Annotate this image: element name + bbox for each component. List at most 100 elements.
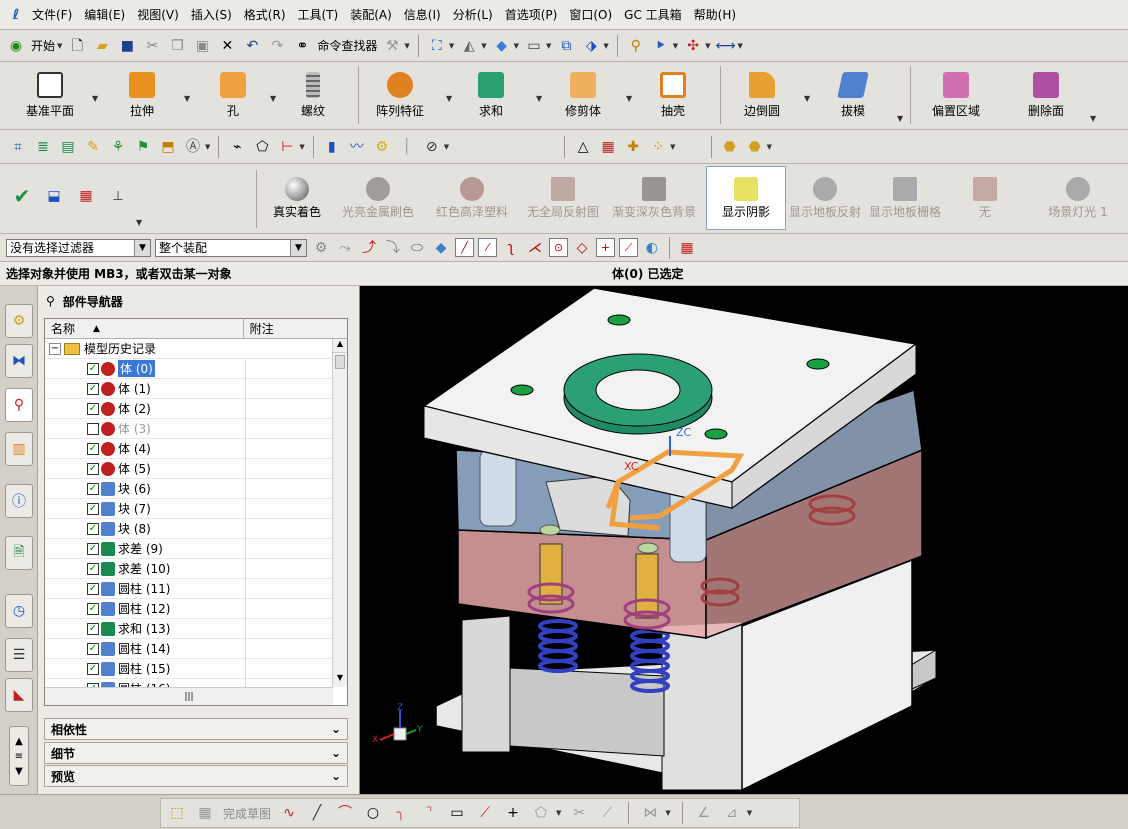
pin-icon[interactable]: ⚲ — [46, 294, 55, 308]
navigator-tree[interactable]: 名称 ▲ 附注 − 模型历史记录 ✓ 体 (0) ✓ 体 (1) ✓ 体 (2) 体 (3) ✓ 体 … — [44, 318, 348, 706]
constraint-icon[interactable]: ⬒ — [158, 137, 178, 157]
tree-item[interactable]: ✓ 圆柱 (15) — [45, 659, 333, 679]
constraint-navigator-tab[interactable]: ⧓ — [5, 344, 33, 378]
filter-dropdown-icon[interactable]: ▼ — [444, 143, 449, 151]
render-floor-grid[interactable]: 显示地板栅格 — [866, 166, 944, 230]
table-icon[interactable]: ▦ — [598, 137, 618, 157]
roles-scroll[interactable]: ▲ ≡ ▼ — [9, 726, 29, 786]
dependencies-panel[interactable]: 相依性 ⌄ — [44, 718, 348, 740]
menu-view[interactable]: 视图(V) — [131, 6, 185, 23]
menu-assembly[interactable]: 装配(A) — [344, 6, 398, 23]
point-set-icon[interactable]: ⁘ — [648, 137, 668, 157]
check-geometry-icon[interactable]: ✔ — [12, 186, 32, 206]
visibility-checkbox[interactable]: ✓ — [87, 542, 99, 555]
scroll-up-icon[interactable]: ▲ — [333, 339, 347, 353]
menu-insert[interactable]: 插入(S) — [185, 6, 238, 23]
column-name-header[interactable]: 名称 ▲ — [45, 319, 244, 338]
multi-body-icon[interactable]: ⬣ — [720, 137, 740, 157]
tree-root-model-history[interactable]: − 模型历史记录 — [45, 339, 333, 359]
tree-item[interactable]: ✓ 体 (0) — [45, 359, 333, 379]
visibility-checkbox[interactable]: ✓ — [87, 362, 99, 375]
process-studio-tab[interactable]: ◣ — [5, 678, 33, 712]
chamfer-icon[interactable]: ⌝ — [419, 803, 439, 823]
tree-item[interactable]: ✓ 块 (8) — [45, 519, 333, 539]
reuse-library-tab[interactable]: ▥ — [5, 432, 33, 466]
text-style-icon[interactable]: Ⓐ — [183, 137, 203, 157]
scroll-down-icon[interactable]: ▼ — [15, 766, 23, 777]
finish-sketch-icon[interactable]: ▦ — [195, 803, 215, 823]
save-icon[interactable]: ■ — [117, 36, 137, 56]
gear-tool-icon[interactable]: ⚙ — [372, 137, 392, 157]
snap-control-icon[interactable]: ʅ — [501, 238, 521, 258]
menu-format[interactable]: 格式(R) — [238, 6, 292, 23]
visibility-checkbox[interactable]: ✓ — [87, 402, 99, 415]
snap-quadrant-icon[interactable]: ◇ — [572, 238, 592, 258]
snap-on-curve-icon[interactable]: ⟋ — [619, 238, 638, 257]
clock-history-icon[interactable]: ◷ — [5, 594, 33, 628]
collapse-icon[interactable]: − — [49, 342, 61, 355]
visibility-checkbox[interactable]: ✓ — [87, 622, 99, 635]
trim-dropdown-icon[interactable]: ▼ — [626, 94, 632, 103]
mirror-dropdown-icon[interactable]: ▼ — [665, 809, 670, 817]
geometric-constraint-icon[interactable]: ∠ — [694, 803, 714, 823]
grid-select-icon[interactable]: ▦ — [76, 186, 96, 206]
selection-filter-select[interactable]: 没有选择过滤器 ▼ — [6, 238, 151, 257]
edit-object-icon[interactable]: ✎ — [83, 137, 103, 157]
command-finder-button[interactable]: 命令查找器 — [317, 37, 377, 54]
vertical-scrollbar[interactable]: ▲ ▼ — [332, 339, 347, 687]
measure-icon[interactable]: ⟷ — [716, 36, 736, 56]
circle-icon[interactable]: ○ — [363, 803, 383, 823]
background-icon[interactable]: ▭ — [524, 36, 544, 56]
column-note-header[interactable]: 附注 — [244, 319, 347, 338]
show-hide-dropdown-icon[interactable]: ▼ — [603, 42, 608, 50]
line-icon[interactable]: ╱ — [307, 803, 327, 823]
visibility-checkbox[interactable]: ✓ — [87, 602, 99, 615]
blend-dropdown-icon[interactable]: ▼ — [804, 94, 810, 103]
delete-face-button[interactable]: 删除面 — [1016, 62, 1076, 128]
mold-model[interactable]: ZC XC Z X Y — [360, 286, 1128, 794]
start-dropdown-icon[interactable]: ▼ — [57, 42, 62, 50]
menu-help[interactable]: 帮助(H) — [688, 6, 742, 23]
snap-intersection-icon[interactable]: ⋌ — [525, 238, 545, 258]
add-point-icon[interactable]: ✚ — [623, 137, 643, 157]
start-icon[interactable]: ◉ — [6, 36, 26, 56]
visibility-checkbox[interactable]: ✓ — [87, 662, 99, 675]
tree-item[interactable]: ✓ 体 (5) — [45, 459, 333, 479]
history-tab[interactable]: 🗎 — [5, 536, 33, 570]
start-button[interactable]: 开始 — [31, 37, 55, 54]
render-show-shadow[interactable]: 显示阴影 — [706, 166, 786, 230]
section-icon[interactable]: ⬓ — [44, 186, 64, 206]
filter-settings-icon[interactable]: ⚙ — [311, 238, 331, 258]
menu-tools[interactable]: 工具(T) — [292, 6, 345, 23]
layer-visible-icon[interactable]: ▤ — [58, 137, 78, 157]
polyline-icon[interactable]: ⟋ — [475, 803, 495, 823]
part-navigator-tab[interactable]: ⚲ — [5, 388, 33, 422]
finish-sketch-button[interactable]: 完成草图 — [223, 805, 271, 822]
sketch-curve-icon[interactable]: ⌁ — [227, 137, 247, 157]
fillet-icon[interactable]: ╮ — [391, 803, 411, 823]
show-hide-icon[interactable]: ⬗ — [581, 36, 601, 56]
render-floor-reflection[interactable]: 显示地板反射 — [788, 166, 862, 230]
mirror-icon[interactable]: ⋈ — [640, 803, 660, 823]
tree-item[interactable]: ✓ 求差 (10) — [45, 559, 333, 579]
select-filter-icon[interactable]: ⚲ — [626, 36, 646, 56]
axis-triad-icon[interactable]: ⟂ — [108, 186, 128, 206]
visibility-checkbox[interactable]: ✓ — [87, 442, 99, 455]
snap-existing-point-icon[interactable]: + — [596, 238, 615, 257]
snap-midpoint-icon[interactable]: ⁄ — [478, 238, 497, 257]
menu-gc-toolbox[interactable]: GC 工具箱 — [618, 6, 688, 23]
system-materials-tab[interactable]: ☰ — [5, 638, 33, 672]
menu-preferences[interactable]: 首选项(P) — [499, 6, 564, 23]
cut-icon[interactable]: ✂ — [142, 36, 162, 56]
datum-dropdown-icon[interactable]: ▼ — [92, 94, 98, 103]
delete-face-dropdown-icon[interactable]: ▼ — [1090, 114, 1096, 123]
unite-button[interactable]: 求和 — [468, 62, 514, 128]
scroll-down-icon[interactable]: ▼ — [333, 673, 347, 687]
trim-icon[interactable]: ✂ — [569, 803, 589, 823]
visibility-checkbox[interactable]: ✓ — [87, 482, 99, 495]
menu-info[interactable]: 信息(I) — [398, 6, 447, 23]
render-none[interactable]: 无 — [962, 166, 1008, 230]
visibility-checkbox[interactable]: ✓ — [87, 382, 99, 395]
extrude-dropdown-icon[interactable]: ▼ — [184, 94, 190, 103]
snap-center-icon[interactable]: ⊙ — [549, 238, 568, 257]
